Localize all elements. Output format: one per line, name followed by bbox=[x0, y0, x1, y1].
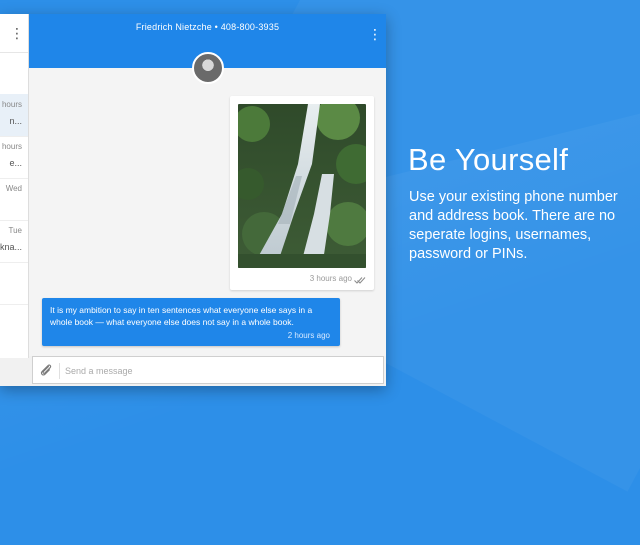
message-time: 2 hours ago bbox=[287, 331, 330, 340]
message-composer bbox=[32, 356, 384, 384]
message-input[interactable] bbox=[63, 360, 377, 382]
conversation-item[interactable]: Wed bbox=[0, 178, 28, 221]
promo-description: Use your existing phone number and addre… bbox=[409, 189, 618, 262]
conversation-time: Wed bbox=[5, 184, 22, 193]
contact-name: Friedrich Nietzche • 408-800-3935 bbox=[135, 22, 280, 32]
avatar[interactable] bbox=[192, 52, 224, 84]
more-vert-icon[interactable]: ⋮ bbox=[10, 24, 24, 42]
conversation-time: Tue bbox=[8, 226, 23, 235]
conversation-time: hours bbox=[1, 100, 22, 109]
divider bbox=[59, 363, 60, 379]
text-message[interactable]: It is my ambition to say in ten sentence… bbox=[42, 298, 340, 346]
waterfall-photo bbox=[238, 104, 366, 268]
double-check-icon bbox=[354, 277, 366, 284]
promo-title: Be Yourself bbox=[408, 142, 569, 177]
conversation-item[interactable]: hours e... bbox=[0, 136, 28, 179]
conversation-snippet: e... bbox=[9, 158, 22, 168]
conversation-item[interactable] bbox=[0, 262, 28, 305]
more-vert-icon[interactable]: ⋮ bbox=[368, 25, 382, 43]
conversation-snippet: n... bbox=[9, 116, 22, 126]
conversation-item[interactable] bbox=[0, 52, 28, 95]
paperclip-icon[interactable] bbox=[39, 363, 53, 377]
message-text: It is my ambition to say in ten sentence… bbox=[50, 305, 313, 327]
message-time: 3 hours ago bbox=[309, 274, 352, 283]
sidebar-header: ⋮ bbox=[0, 14, 28, 53]
conversation-sidebar: ⋮ hours n... hours e... Wed Tue kna... bbox=[0, 14, 29, 358]
image-message[interactable]: 3 hours ago bbox=[230, 96, 374, 290]
conversation-snippet: kna... bbox=[0, 242, 22, 252]
conversation-item[interactable]: hours n... bbox=[0, 94, 28, 137]
conversation-item[interactable]: Tue kna... bbox=[0, 220, 28, 263]
conversation-time: hours bbox=[1, 142, 22, 151]
